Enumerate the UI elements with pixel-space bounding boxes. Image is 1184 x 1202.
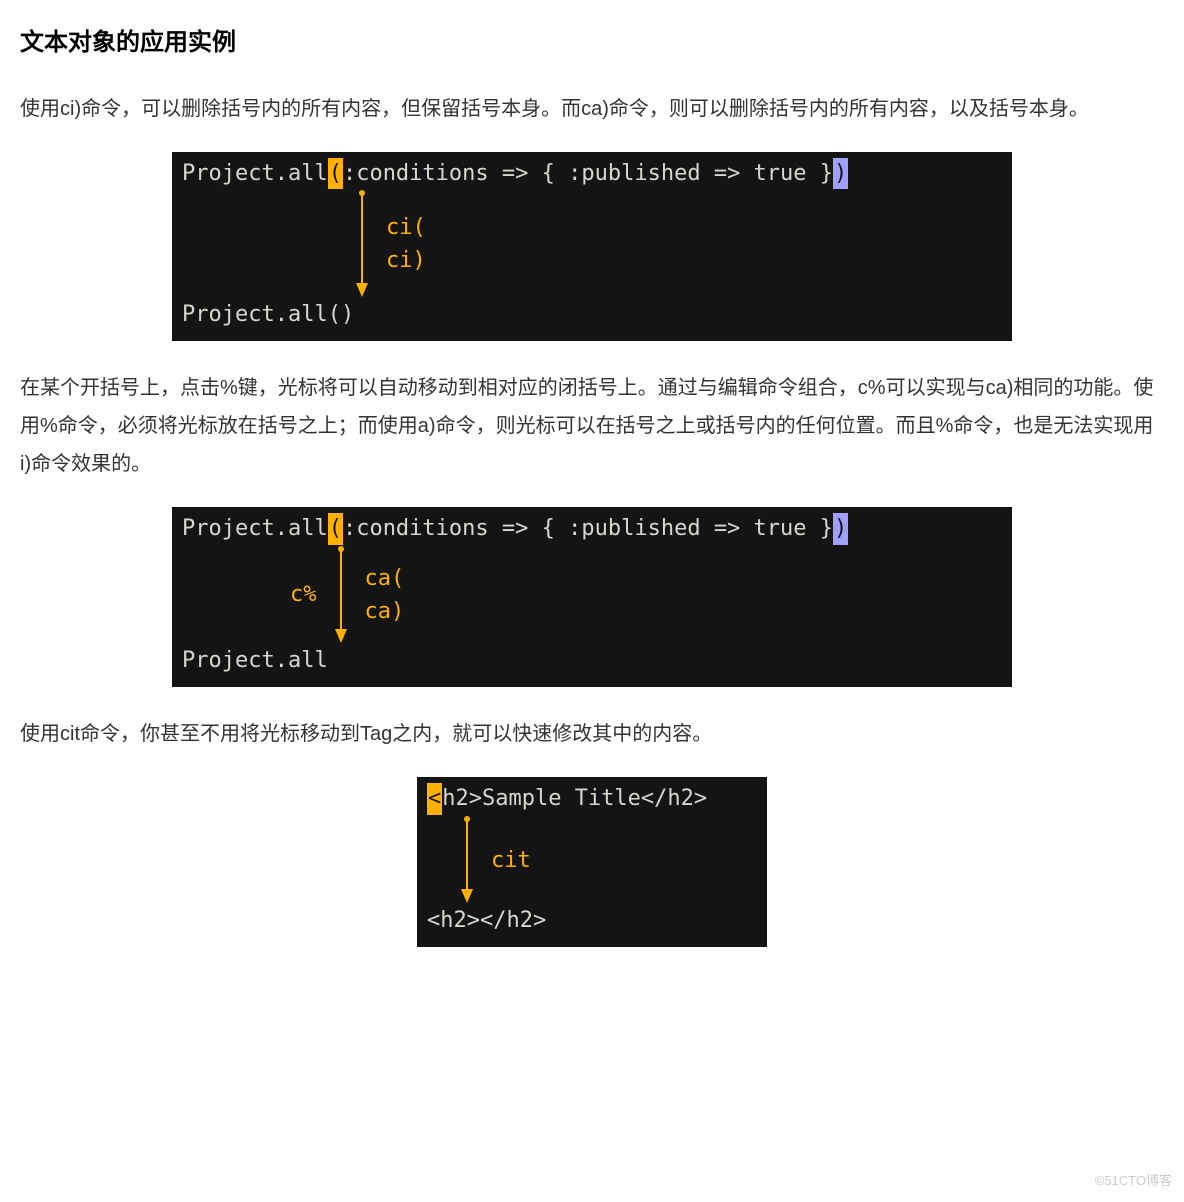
arrow-left-label: c% (290, 545, 331, 645)
arrow-label: ci( (386, 211, 426, 244)
code-after: Project.all() (182, 299, 1002, 331)
code-figure-2: Project.all(:conditions => { :published … (172, 507, 1012, 687)
code-figure-1: Project.all(:conditions => { :published … (172, 152, 1012, 342)
arrow-labels: ci( ci) (372, 189, 426, 299)
arrow-label: ca) (365, 595, 405, 628)
paragraph-1: 使用ci)命令，可以删除括号内的所有内容，但保留括号本身。而ca)命令，则可以删… (20, 90, 1164, 128)
arrow-down-icon (457, 815, 477, 905)
arrow-labels: ca( ca) (351, 545, 405, 645)
paragraph-2: 在某个开括号上，点击%键，光标将可以自动移动到相对应的闭括号上。通过与编辑命令组… (20, 369, 1164, 483)
highlight-close-paren: ) (833, 158, 848, 190)
arrow-down-icon (352, 189, 372, 299)
highlight-close-paren: ) (833, 513, 848, 545)
highlight-open-paren: ( (328, 513, 343, 545)
figure-1: Project.all(:conditions => { :published … (20, 152, 1164, 342)
code-after: Project.all (182, 645, 1002, 677)
code-before: <h2>Sample Title</h2> (427, 783, 757, 815)
code-text: Project.all (182, 516, 328, 541)
arrow-labels: cit (477, 815, 531, 905)
highlight-open-angle: < (427, 783, 442, 815)
code-text: :conditions => { :published => true } (343, 516, 833, 541)
highlight-open-paren: ( (328, 158, 343, 190)
code-before: Project.all(:conditions => { :published … (182, 158, 1002, 190)
arrow-label: ca( (365, 562, 405, 595)
figure-2: Project.all(:conditions => { :published … (20, 507, 1164, 687)
arrow-down-icon (331, 545, 351, 645)
code-before: Project.all(:conditions => { :published … (182, 513, 1002, 545)
code-text: :conditions => { :published => true } (343, 161, 833, 186)
code-after: <h2></h2> (427, 905, 757, 937)
watermark: ©51CTO博客 (1095, 1169, 1172, 1194)
figure-3: <h2>Sample Title</h2> cit <h2></h2> (20, 777, 1164, 947)
code-figure-3: <h2>Sample Title</h2> cit <h2></h2> (417, 777, 767, 947)
section-title: 文本对象的应用实例 (20, 20, 1164, 66)
arrow-label: cit (491, 844, 531, 877)
code-text: Project.all (182, 161, 328, 186)
paragraph-3: 使用cit命令，你甚至不用将光标移动到Tag之内，就可以快速修改其中的内容。 (20, 715, 1164, 753)
arrow-label: ci) (386, 244, 426, 277)
code-text: h2>Sample Title</h2> (442, 786, 707, 811)
